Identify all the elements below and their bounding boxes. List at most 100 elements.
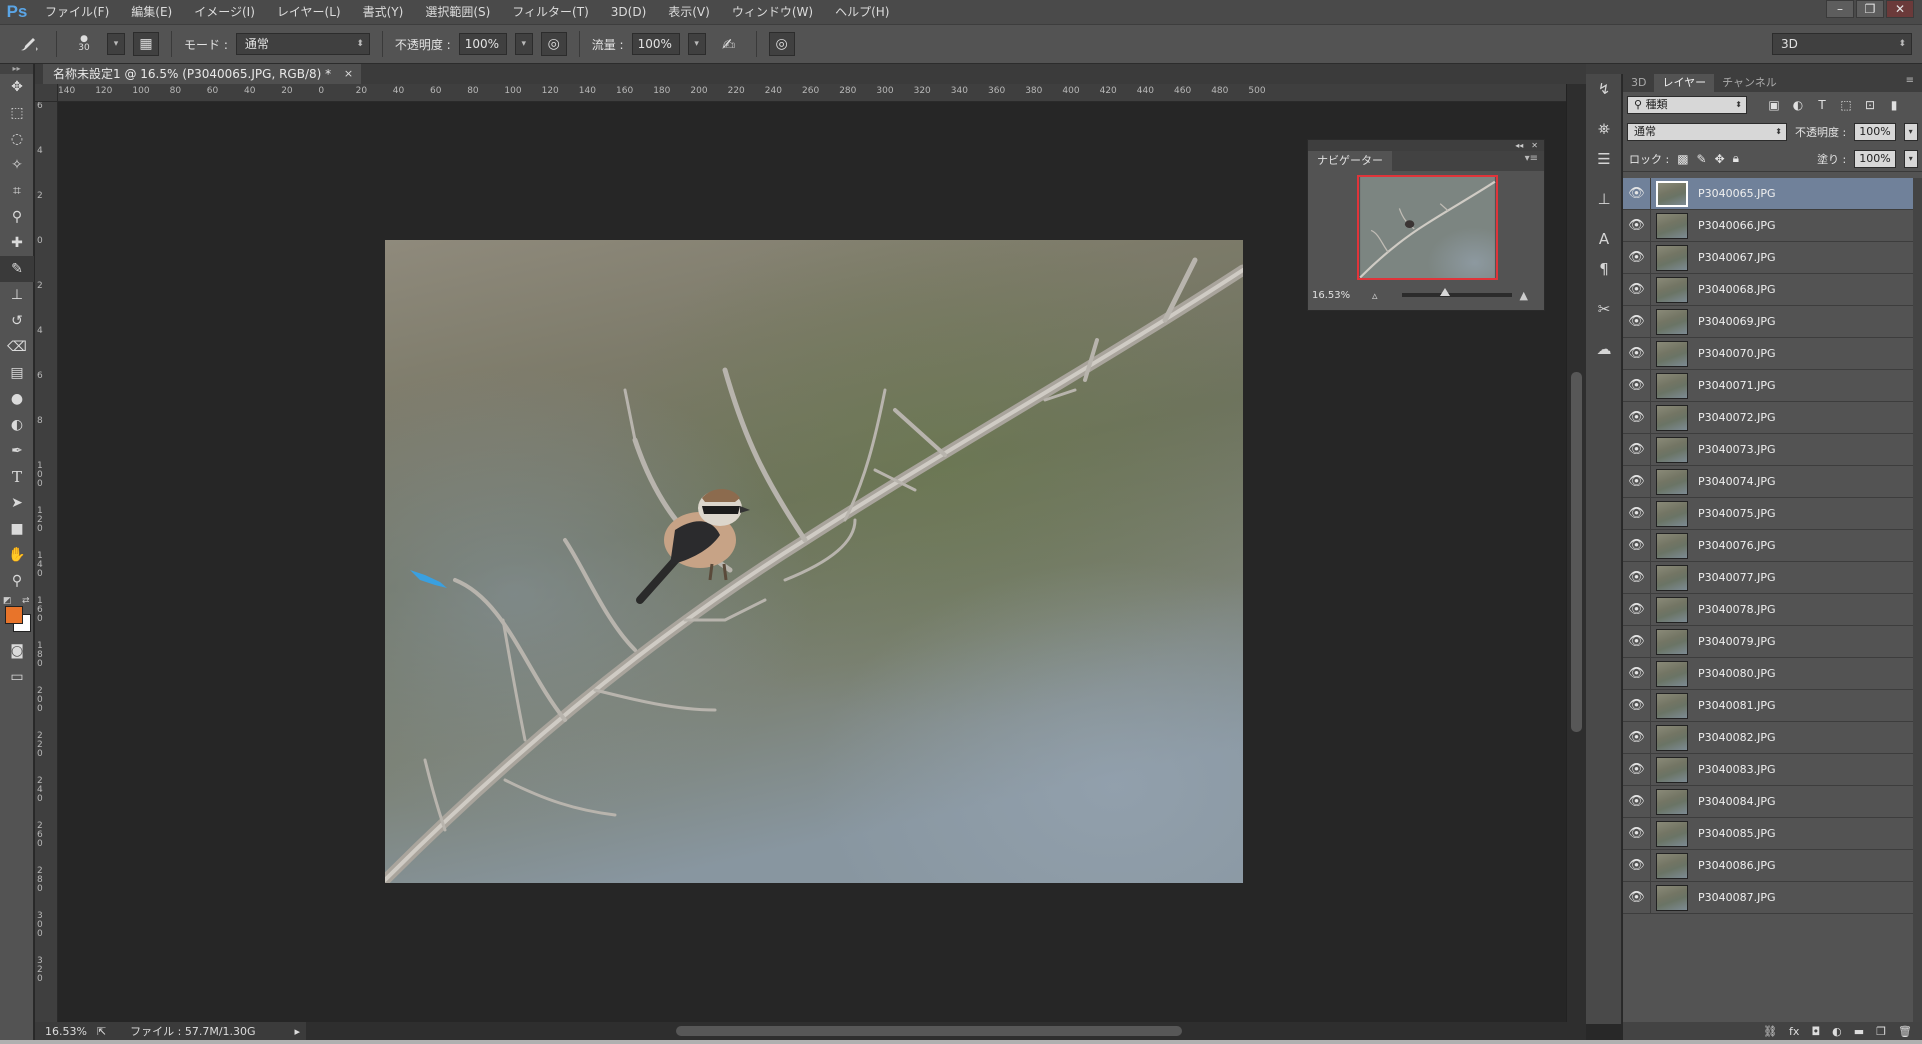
layer-name[interactable]: P3040067.JPG (1698, 251, 1776, 264)
layer-thumbnail[interactable] (1656, 500, 1688, 527)
layer-thumbnail[interactable] (1656, 276, 1688, 303)
layer-thumbnail[interactable] (1656, 244, 1688, 271)
visibility-eye-icon[interactable]: 👁︎ (1623, 337, 1651, 370)
lock-pixels-icon[interactable]: ✎ (1697, 152, 1707, 166)
layer-name[interactable]: P3040073.JPG (1698, 443, 1776, 456)
foreground-color-swatch[interactable] (5, 606, 23, 624)
lock-all-icon[interactable]: 🔒︎ (1733, 151, 1739, 166)
filter-kind-select[interactable]: ⚲ 種類 ⬍ (1627, 96, 1747, 114)
link-layers-icon[interactable]: ⛓ (1763, 1025, 1777, 1038)
layer-thumbnail[interactable] (1656, 180, 1688, 207)
document-tab[interactable]: 名称未設定1 @ 16.5% (P3040065.JPG, RGB/8) * × (43, 64, 362, 84)
eyedropper-tool-icon[interactable]: ⚲ (0, 204, 34, 230)
delete-layer-icon[interactable]: 🗑︎ (1898, 1025, 1912, 1038)
layer-row[interactable]: 👁︎ P3040086.JPG (1623, 849, 1913, 882)
dodge-tool-icon[interactable]: ◐ (0, 412, 34, 438)
layer-name[interactable]: P3040079.JPG (1698, 635, 1776, 648)
blend-mode-select[interactable]: 通常 ⬍ (1627, 123, 1787, 141)
fill-dropdown[interactable]: ▾ (1903, 149, 1918, 168)
menu-file[interactable]: ファイル(F) (34, 0, 120, 24)
default-colors-icon[interactable]: ◩ (3, 596, 12, 606)
status-menu-arrow-icon[interactable]: ▸ (294, 1025, 300, 1038)
visibility-eye-icon[interactable]: 👁︎ (1623, 401, 1651, 434)
layer-thumbnail[interactable] (1656, 436, 1688, 463)
visibility-eye-icon[interactable]: 👁︎ (1623, 561, 1651, 594)
layer-row[interactable]: 👁︎ P3040077.JPG (1623, 561, 1913, 594)
menu-layer[interactable]: レイヤー(L) (266, 0, 352, 24)
visibility-eye-icon[interactable]: 👁︎ (1623, 849, 1651, 882)
layer-thumbnail[interactable] (1656, 884, 1688, 911)
menu-filter[interactable]: フィルター(T) (501, 0, 599, 24)
clone-stamp-tool-icon[interactable]: ⊥ (0, 282, 34, 308)
layer-thumbnail[interactable] (1656, 532, 1688, 559)
swap-colors-icon[interactable]: ⇄ (22, 596, 30, 606)
path-selection-tool-icon[interactable]: ➤ (0, 490, 34, 516)
zoom-level[interactable]: 16.53% (45, 1025, 87, 1038)
visibility-eye-icon[interactable]: 👁︎ (1623, 593, 1651, 626)
layer-row[interactable]: 👁︎ P3040071.JPG (1623, 369, 1913, 402)
zoom-out-icon[interactable]: ▵ (1372, 289, 1378, 302)
hand-tool-icon[interactable]: ✋ (0, 542, 34, 568)
tab-channels[interactable]: チャンネル (1714, 74, 1785, 92)
layer-name[interactable]: P3040084.JPG (1698, 795, 1776, 808)
horizontal-scroll-thumb[interactable] (676, 1026, 1182, 1036)
layer-name[interactable]: P3040087.JPG (1698, 891, 1776, 904)
navigator-zoom[interactable]: 16.53% (1312, 290, 1364, 301)
filter-toggle-icon[interactable]: ▮ (1885, 98, 1903, 112)
layer-row[interactable]: 👁︎ P3040085.JPG (1623, 817, 1913, 850)
layer-thumbnail[interactable] (1656, 372, 1688, 399)
workspace-select[interactable]: 3D ⬍ (1772, 33, 1912, 55)
layer-name[interactable]: P3040065.JPG (1698, 187, 1776, 200)
layer-thumbnail[interactable] (1656, 756, 1688, 783)
menu-type[interactable]: 書式(Y) (352, 0, 415, 24)
layer-row[interactable]: 👁︎ P3040070.JPG (1623, 337, 1913, 370)
close-panel-icon[interactable]: ✕ (1531, 140, 1538, 151)
restore-button[interactable]: ❐ (1856, 0, 1884, 18)
visibility-eye-icon[interactable]: 👁︎ (1623, 209, 1651, 242)
layer-name[interactable]: P3040085.JPG (1698, 827, 1776, 840)
layer-thumbnail[interactable] (1656, 404, 1688, 431)
layer-row[interactable]: 👁︎ P3040076.JPG (1623, 529, 1913, 562)
layer-row[interactable]: 👁︎ P3040069.JPG (1623, 305, 1913, 338)
layer-row[interactable]: 👁︎ P3040082.JPG (1623, 721, 1913, 754)
flow-dropdown[interactable]: ▾ (687, 33, 706, 55)
menu-select[interactable]: 選択範囲(S) (414, 0, 501, 24)
tool-presets-panel-icon[interactable]: ✂ (1586, 294, 1622, 324)
layer-name[interactable]: P3040071.JPG (1698, 379, 1776, 392)
visibility-eye-icon[interactable]: 👁︎ (1623, 689, 1651, 722)
visibility-eye-icon[interactable]: 👁︎ (1623, 497, 1651, 530)
layer-thumbnail[interactable] (1656, 340, 1688, 367)
layer-row[interactable]: 👁︎ P3040067.JPG (1623, 241, 1913, 274)
layer-opacity-dropdown[interactable]: ▾ (1903, 123, 1918, 141)
crop-tool-icon[interactable]: ⌗ (0, 178, 34, 204)
tab-layers[interactable]: レイヤー (1654, 74, 1715, 92)
clone-source-panel-icon[interactable]: ⊥ (1586, 184, 1622, 214)
visibility-eye-icon[interactable]: 👁︎ (1623, 721, 1651, 754)
adjustments-panel-icon[interactable]: ⛯ (1586, 114, 1622, 144)
visibility-eye-icon[interactable]: 👁︎ (1623, 785, 1651, 818)
layer-row[interactable]: 👁︎ P3040073.JPG (1623, 433, 1913, 466)
new-group-icon[interactable]: ▬ (1854, 1025, 1864, 1038)
opacity-input[interactable]: 100% (458, 33, 507, 55)
panel-menu-icon[interactable]: ▾≡ (1525, 153, 1538, 164)
navigator-thumbnail[interactable] (1357, 175, 1498, 280)
visibility-eye-icon[interactable]: 👁︎ (1623, 881, 1651, 914)
layer-thumbnail[interactable] (1656, 596, 1688, 623)
pen-tool-icon[interactable]: ✒ (0, 438, 34, 464)
layer-thumbnail[interactable] (1656, 564, 1688, 591)
menu-image[interactable]: イメージ(I) (183, 0, 266, 24)
zoom-tool-icon[interactable]: ⚲ (0, 568, 34, 594)
layer-row[interactable]: 👁︎ P3040066.JPG (1623, 209, 1913, 242)
tab-3d[interactable]: 3D (1623, 74, 1654, 92)
layer-row[interactable]: 👁︎ P3040087.JPG (1623, 881, 1913, 914)
layers-scrollbar[interactable] (1913, 178, 1922, 1028)
magic-wand-tool-icon[interactable]: ✧ (0, 152, 34, 178)
tool-preset-picker[interactable] (14, 31, 44, 57)
pressure-opacity-button[interactable]: ◎ (540, 32, 567, 56)
slider-knob[interactable] (1439, 288, 1450, 296)
layer-thumbnail[interactable] (1656, 468, 1688, 495)
layer-row[interactable]: 👁︎ P3040081.JPG (1623, 689, 1913, 722)
layer-name[interactable]: P3040068.JPG (1698, 283, 1776, 296)
layer-thumbnail[interactable] (1656, 212, 1688, 239)
vertical-ruler[interactable]: 6 4 2 0 2 4 6 8 100 120 140 160 180 200 220 240 260 280 30… (35, 102, 58, 1022)
